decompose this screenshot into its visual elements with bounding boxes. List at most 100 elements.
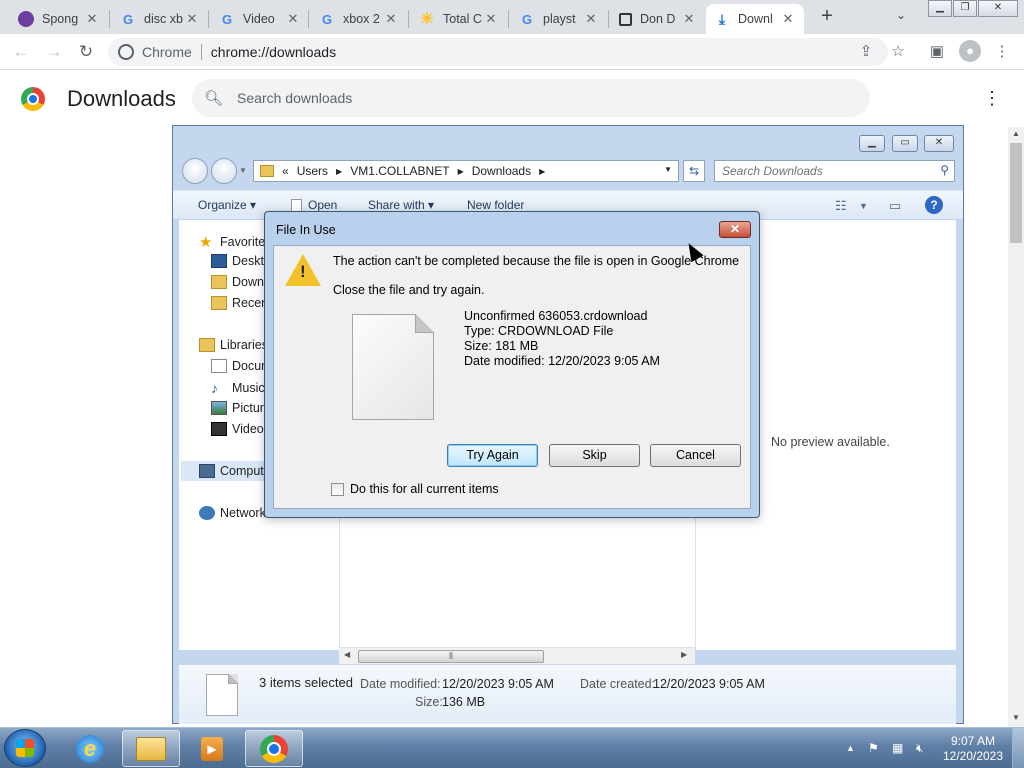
close-icon[interactable]: ✕: [583, 11, 599, 27]
taskbar-windows-explorer[interactable]: [122, 730, 180, 767]
tab-3[interactable]: G Video ✕: [211, 4, 309, 34]
nav-videos[interactable]: Videos: [211, 422, 270, 436]
reload-button[interactable]: ↻: [75, 41, 97, 63]
tab-separator: [608, 10, 609, 28]
preview-pane-icon[interactable]: ▭: [889, 198, 901, 214]
breadcrumb-arrow-icon[interactable]: ▶: [336, 167, 342, 176]
file-list-horizontal-scrollbar[interactable]: ◀ ⦀ ▶: [339, 647, 695, 664]
explorer-minimize-button[interactable]: ▁: [859, 135, 885, 152]
dialog-close-button[interactable]: ✕: [719, 221, 751, 238]
back-button[interactable]: ←: [10, 41, 32, 63]
url-text[interactable]: chrome://downloads: [211, 44, 336, 60]
search-icon: ⚲: [940, 163, 949, 177]
volume-muted-icon[interactable]: 🔇︎: [916, 741, 924, 756]
taskbar-internet-explorer[interactable]: e: [61, 730, 119, 767]
new-tab-button[interactable]: +: [816, 6, 838, 28]
change-view-icon[interactable]: ☷: [835, 198, 847, 214]
recent-pages-chevron-icon[interactable]: ▼: [239, 166, 247, 175]
address-dropdown-icon[interactable]: ▼: [664, 165, 672, 174]
close-icon[interactable]: ✕: [184, 11, 200, 27]
side-panel-icon[interactable]: ▣: [927, 42, 947, 60]
close-icon[interactable]: ✕: [483, 11, 499, 27]
tab-2[interactable]: G disc xb ✕: [112, 4, 208, 34]
breadcrumb-arrow-icon[interactable]: ▶: [458, 167, 464, 176]
windows-logo-icon: [16, 739, 34, 757]
scrollbar-thumb[interactable]: [1010, 143, 1022, 243]
address-bar[interactable]: Chrome chrome://downloads: [108, 38, 888, 66]
tab-5[interactable]: ✳ Total C ✕: [411, 4, 507, 34]
restore-button[interactable]: ❐: [953, 0, 977, 17]
explorer-back-button[interactable]: [182, 158, 208, 184]
profile-avatar-icon[interactable]: ●: [959, 40, 981, 62]
explorer-close-button[interactable]: ✕: [924, 135, 954, 152]
tab-7[interactable]: Don D ✕: [611, 4, 705, 34]
explorer-maximize-button[interactable]: ▭: [892, 135, 918, 152]
breadcrumb-overflow[interactable]: «: [282, 164, 289, 178]
organize-button[interactable]: Organize ▾: [198, 198, 256, 212]
tab-title: disc xb: [144, 12, 183, 26]
cancel-button[interactable]: Cancel: [650, 444, 741, 467]
close-icon[interactable]: ✕: [780, 11, 796, 27]
tab-6[interactable]: G playst ✕: [511, 4, 607, 34]
view-options-chevron-icon[interactable]: ▼: [859, 201, 868, 211]
share-icon[interactable]: ⇪: [856, 42, 876, 60]
size-label: Size:: [415, 695, 443, 709]
bookmark-star-icon[interactable]: ☆: [888, 42, 908, 60]
libraries-icon: [199, 338, 215, 352]
nav-network[interactable]: Network: [199, 506, 266, 520]
close-icon[interactable]: ✕: [285, 11, 301, 27]
close-icon[interactable]: ✕: [383, 11, 399, 27]
nav-favorites[interactable]: ★ Favorites: [199, 233, 271, 251]
action-center-flag-icon[interactable]: ⚑: [868, 741, 879, 755]
scroll-down-arrow-icon[interactable]: ▼: [1008, 713, 1024, 722]
page-scrollbar[interactable]: ▲ ▼: [1008, 127, 1024, 727]
nav-music[interactable]: ♪ Music: [211, 380, 265, 396]
apply-to-all-checkbox[interactable]: [331, 483, 344, 496]
try-again-button[interactable]: Try Again: [447, 444, 538, 467]
taskbar-media-player[interactable]: ▶: [183, 730, 241, 767]
breadcrumb-users[interactable]: Users: [297, 164, 328, 178]
minimize-button[interactable]: ▁: [928, 0, 952, 17]
clock-time: 9:07 AM: [950, 734, 996, 748]
breadcrumb-user-folder[interactable]: VM1.COLLABNET: [350, 164, 449, 178]
scroll-right-arrow-icon[interactable]: ▶: [681, 650, 687, 659]
close-icon[interactable]: ✕: [681, 11, 697, 27]
share-with-button[interactable]: Share with ▾: [368, 198, 434, 212]
explorer-address-bar[interactable]: « Users ▶ VM1.COLLABNET ▶ Downloads ▶ ▼: [253, 160, 679, 182]
breadcrumb-downloads[interactable]: Downloads: [472, 164, 531, 178]
skip-button[interactable]: Skip: [549, 444, 640, 467]
show-hidden-icons-icon[interactable]: ▲: [846, 743, 855, 753]
download-icon: ⤓: [718, 10, 726, 27]
close-window-button[interactable]: ✕: [978, 0, 1018, 17]
network-tray-icon[interactable]: ▦: [892, 741, 903, 755]
scroll-up-arrow-icon[interactable]: ▲: [1008, 129, 1024, 138]
tab-1[interactable]: Spong ✕: [10, 4, 108, 34]
scroll-left-arrow-icon[interactable]: ◀: [344, 650, 350, 659]
explorer-refresh-button[interactable]: ⇆: [683, 160, 705, 182]
help-icon[interactable]: ?: [925, 196, 943, 214]
explorer-forward-button[interactable]: [211, 158, 237, 184]
tab-downloads-active[interactable]: ⤓ Downl ✕: [706, 4, 804, 34]
nav-label: Network: [220, 506, 266, 520]
taskbar-clock[interactable]: 9:07 AM 12/20/2023: [940, 734, 1006, 764]
new-folder-button[interactable]: New folder: [467, 198, 524, 212]
windows-taskbar: e ▶ ▲ ⚑ ▦ 🔇︎ 9:07 AM 12/20/2023: [0, 727, 1024, 768]
explorer-search-input[interactable]: Search Downloads ⚲: [714, 160, 955, 182]
breadcrumb-arrow-icon[interactable]: ▶: [539, 167, 545, 176]
dialog-body: ! The action can't be completed because …: [273, 245, 751, 509]
taskbar-chrome[interactable]: [245, 730, 303, 767]
file-name: Unconfirmed 636053.crdownload: [464, 309, 648, 323]
downloads-search-input[interactable]: 🔍︎ Search downloads: [192, 79, 870, 117]
start-button[interactable]: [4, 729, 46, 767]
close-icon[interactable]: ✕: [84, 11, 100, 27]
chrome-menu-icon[interactable]: ⋮: [992, 42, 1012, 60]
nav-label: Libraries: [220, 338, 268, 352]
show-desktop-button[interactable]: [1012, 728, 1024, 768]
more-actions-icon[interactable]: ⋮: [983, 89, 1001, 107]
forward-button[interactable]: →: [43, 41, 65, 63]
tab-search-chevron-icon[interactable]: ⌄: [896, 8, 906, 22]
scrollbar-thumb[interactable]: ⦀: [358, 650, 544, 663]
apply-to-all-label[interactable]: Do this for all current items: [350, 482, 499, 496]
nav-libraries[interactable]: Libraries: [199, 338, 268, 352]
tab-4[interactable]: G xbox 2 ✕: [311, 4, 407, 34]
